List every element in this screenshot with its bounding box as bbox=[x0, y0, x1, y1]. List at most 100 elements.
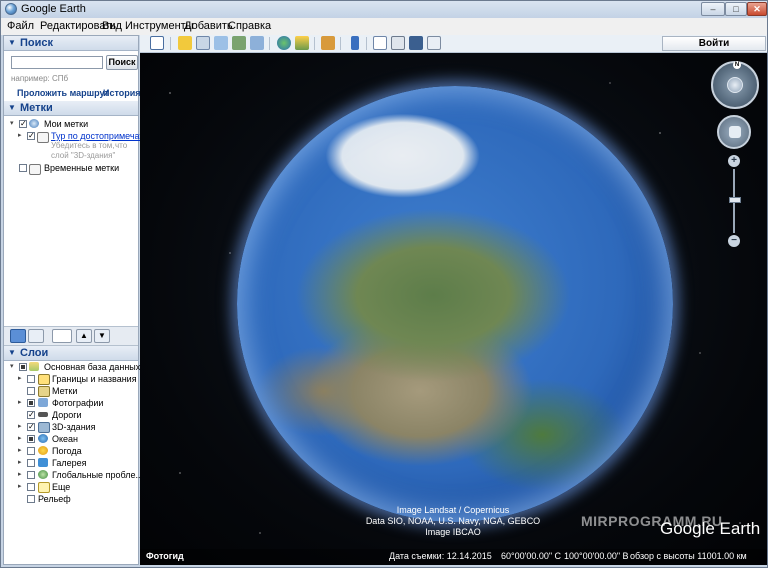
layer-checkbox[interactable] bbox=[27, 399, 35, 407]
layer-row-more[interactable]: ▸ Еще bbox=[4, 481, 138, 493]
weather-sun-icon bbox=[38, 446, 48, 455]
layer-checkbox[interactable] bbox=[27, 375, 35, 383]
menu-view[interactable]: Вид bbox=[102, 20, 122, 32]
imagery-date: Дата съемки: 12.14.2015 bbox=[389, 551, 492, 561]
layer-row-global-awareness[interactable]: ▸ Глобальные пробле... bbox=[4, 469, 143, 481]
globe[interactable] bbox=[237, 86, 673, 522]
move-down-icon[interactable]: ▼ bbox=[94, 329, 110, 343]
places-panel-header[interactable]: ▼ Метки bbox=[4, 101, 138, 116]
hand-icon bbox=[729, 126, 741, 138]
layer-row-ocean[interactable]: ▸ Океан bbox=[4, 433, 138, 445]
zoom-in-button[interactable]: + bbox=[728, 155, 740, 167]
layer-checkbox[interactable] bbox=[27, 495, 35, 503]
collapse-icon[interactable]: ▾ bbox=[10, 120, 16, 128]
tour-checkbox[interactable] bbox=[27, 132, 35, 140]
primary-database-checkbox[interactable] bbox=[19, 363, 27, 371]
layer-row-borders[interactable]: ▸ Границы и названия bbox=[4, 373, 138, 385]
print-icon[interactable] bbox=[391, 36, 405, 50]
primary-database-label: Основная база данных bbox=[44, 362, 141, 372]
layer-label: 3D-здания bbox=[52, 422, 96, 432]
my-places-checkbox[interactable] bbox=[19, 120, 27, 128]
sidebar-toggle-icon[interactable] bbox=[150, 36, 164, 50]
sunlight-icon[interactable] bbox=[295, 36, 309, 50]
search-input[interactable] bbox=[11, 56, 103, 69]
layer-checkbox[interactable] bbox=[27, 459, 35, 467]
sign-in-button[interactable]: Войти bbox=[662, 36, 766, 51]
layer-label: Дороги bbox=[52, 410, 82, 420]
layer-label: Океан bbox=[52, 434, 79, 444]
move-up-icon[interactable]: ▲ bbox=[76, 329, 92, 343]
look-joystick[interactable]: N bbox=[711, 61, 759, 109]
expand-icon[interactable]: ▸ bbox=[18, 423, 24, 431]
move-joystick[interactable] bbox=[717, 115, 751, 149]
menu-add[interactable]: Добавить bbox=[184, 20, 233, 32]
tour-guide-button[interactable]: Фотогид bbox=[146, 551, 184, 561]
zoom-out-button[interactable]: − bbox=[728, 235, 740, 247]
places-layer-icon bbox=[38, 386, 50, 397]
earth-view[interactable]: N + − Image Landsat / Copernicus Data SI… bbox=[140, 53, 767, 565]
minimize-button[interactable]: – bbox=[701, 2, 725, 16]
search-places-icon[interactable] bbox=[10, 329, 26, 343]
my-places-label: Мои метки bbox=[44, 119, 89, 129]
tree-item-my-places[interactable]: ▾ Мои метки bbox=[4, 118, 138, 130]
expand-icon[interactable]: ▸ bbox=[18, 471, 24, 479]
history-link[interactable]: История bbox=[103, 88, 141, 98]
expand-icon[interactable]: ▸ bbox=[18, 435, 24, 443]
layer-checkbox[interactable] bbox=[27, 387, 35, 395]
polygon-icon[interactable] bbox=[196, 36, 210, 50]
expand-icon[interactable]: ▸ bbox=[18, 447, 24, 455]
collapse-triangle-icon: ▼ bbox=[8, 103, 16, 112]
zoom-slider-thumb[interactable] bbox=[729, 197, 741, 203]
view-in-maps-icon[interactable] bbox=[427, 36, 441, 50]
planets-icon[interactable] bbox=[321, 36, 335, 50]
record-tour-icon[interactable] bbox=[250, 36, 264, 50]
maximize-button[interactable]: □ bbox=[725, 2, 747, 16]
layer-checkbox[interactable] bbox=[27, 435, 35, 443]
google-earth-logo: Google Earth bbox=[660, 519, 761, 538]
collapse-icon[interactable]: ▾ bbox=[10, 363, 16, 371]
layer-row-gallery[interactable]: ▸ Галерея bbox=[4, 457, 138, 469]
layer-row-terrain[interactable]: Рельеф bbox=[4, 493, 138, 505]
expand-icon[interactable]: ▸ bbox=[18, 483, 24, 491]
layer-checkbox[interactable] bbox=[27, 423, 35, 431]
email-icon[interactable] bbox=[373, 36, 387, 50]
layer-row-photos[interactable]: ▸ Фотографии bbox=[4, 397, 138, 409]
layer-row-weather[interactable]: ▸ Погода bbox=[4, 445, 138, 457]
save-image-icon[interactable] bbox=[409, 36, 423, 50]
layers-panel-header[interactable]: ▼ Слои bbox=[4, 346, 138, 361]
expand-icon[interactable]: ▸ bbox=[18, 132, 24, 140]
menu-help[interactable]: Справка bbox=[228, 20, 271, 32]
layer-checkbox[interactable] bbox=[27, 471, 35, 479]
search-button[interactable]: Поиск bbox=[106, 55, 138, 70]
layer-checkbox[interactable] bbox=[27, 483, 35, 491]
attribution-line-2: Data SIO, NOAA, U.S. Navy, NGA, GEBCO bbox=[365, 516, 541, 526]
layer-row-places[interactable]: Метки bbox=[4, 385, 138, 397]
placemark-icon[interactable] bbox=[178, 36, 192, 50]
path-icon[interactable] bbox=[214, 36, 228, 50]
menu-file[interactable]: Файл bbox=[7, 20, 34, 32]
expand-icon[interactable]: ▸ bbox=[18, 375, 24, 383]
panel-view-icon[interactable] bbox=[28, 329, 44, 343]
ruler-icon[interactable] bbox=[351, 36, 359, 50]
layer-checkbox[interactable] bbox=[27, 447, 35, 455]
tour-link[interactable]: Тур по достопримечат bbox=[51, 131, 143, 141]
tree-item-temporary[interactable]: Временные метки bbox=[4, 162, 138, 175]
expand-icon[interactable]: ▸ bbox=[18, 459, 24, 467]
layer-label: Фотографии bbox=[52, 398, 104, 408]
close-button[interactable]: ✕ bbox=[747, 2, 767, 16]
layer-row-3d-buildings[interactable]: ▸ 3D-здания bbox=[4, 421, 138, 433]
expand-icon[interactable]: ▸ bbox=[18, 399, 24, 407]
places-filter-field[interactable] bbox=[52, 329, 72, 343]
google-earth-window: Google Earth – □ ✕ Файл Редактировать Ви… bbox=[0, 0, 768, 568]
image-overlay-icon[interactable] bbox=[232, 36, 246, 50]
tree-item-primary-database[interactable]: ▾ Основная база данных bbox=[4, 361, 141, 373]
temporary-checkbox[interactable] bbox=[19, 164, 27, 172]
north-indicator[interactable]: N bbox=[733, 61, 741, 69]
layer-checkbox[interactable] bbox=[27, 411, 35, 419]
historical-imagery-icon[interactable] bbox=[277, 36, 291, 50]
layer-row-roads[interactable]: Дороги bbox=[4, 409, 138, 421]
get-directions-link[interactable]: Проложить маршрут bbox=[17, 88, 109, 98]
search-panel-header[interactable]: ▼ Поиск bbox=[4, 36, 138, 51]
borders-icon bbox=[38, 374, 50, 385]
photos-icon bbox=[38, 398, 48, 407]
